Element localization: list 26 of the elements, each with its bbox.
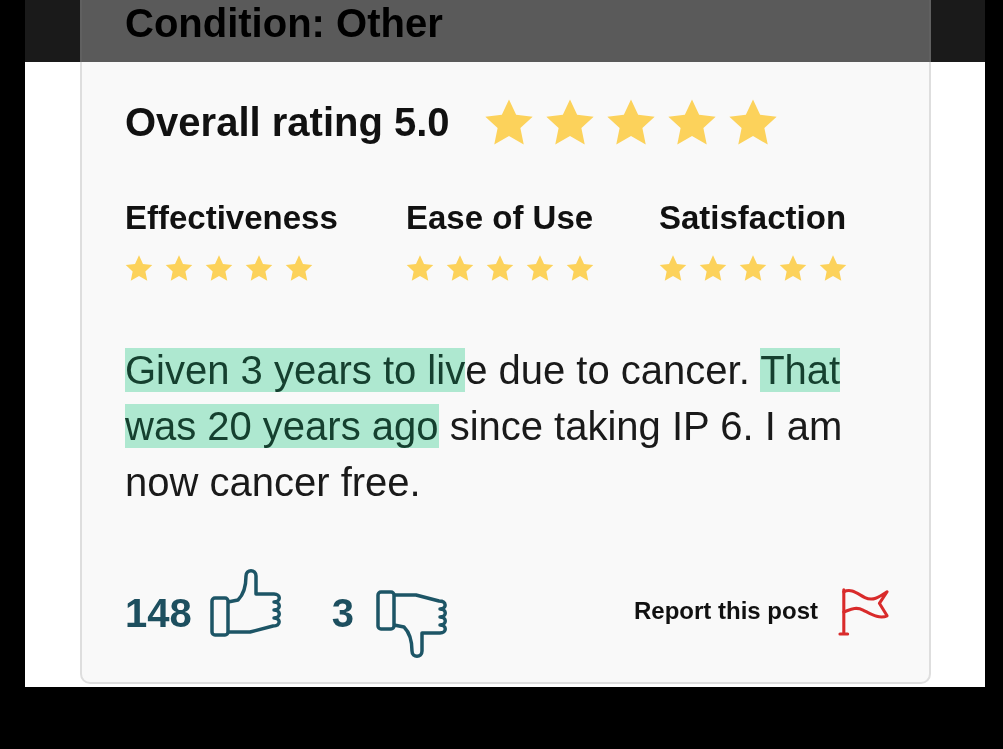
thumbs-down-icon[interactable]	[376, 588, 450, 660]
condition-label: Condition: Other	[125, 0, 443, 46]
flag-icon	[838, 586, 890, 636]
star-icon	[659, 254, 687, 282]
report-button[interactable]: Report this post	[634, 586, 890, 636]
star-icon	[819, 254, 847, 282]
star-icon	[486, 254, 514, 282]
star-icon	[446, 254, 474, 282]
star-icon	[125, 254, 153, 282]
thumbs-up-icon[interactable]	[209, 568, 284, 638]
unhelpful-count: 3	[331, 591, 354, 635]
rating-label: Effectiveness	[125, 198, 338, 238]
rating-label: Satisfaction	[659, 198, 847, 238]
rating-label: Ease of Use	[406, 198, 594, 238]
helpful-count: 148	[125, 591, 192, 635]
star-icon	[739, 254, 767, 282]
star-icon	[779, 254, 807, 282]
star-icon	[699, 254, 727, 282]
star-icon	[165, 254, 193, 282]
star-icon	[245, 254, 273, 282]
overall-rating-label: Overall rating 5.0	[125, 99, 450, 146]
star-icon	[566, 254, 594, 282]
star-icon	[205, 254, 233, 282]
star-icon	[526, 254, 554, 282]
star-icon	[285, 254, 313, 282]
star-icon	[406, 254, 434, 282]
